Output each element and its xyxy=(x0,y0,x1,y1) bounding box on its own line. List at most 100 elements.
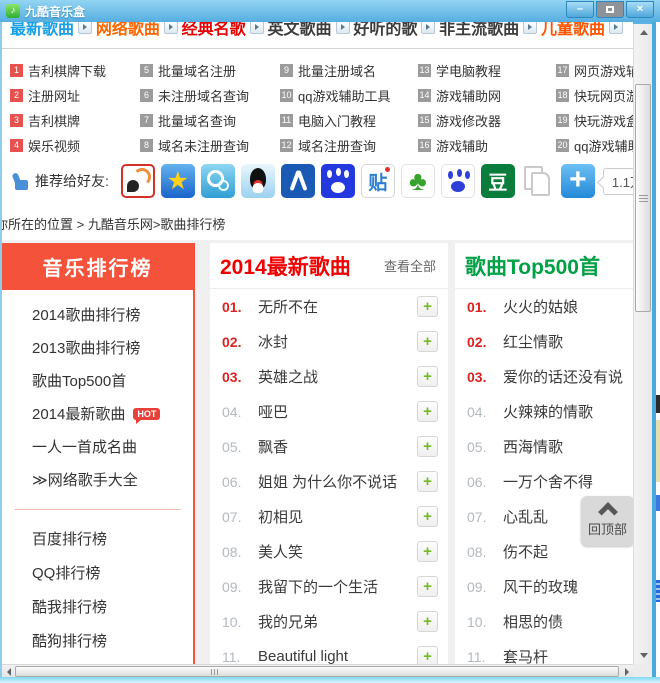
song-title-link[interactable]: 风干的玫瑰 xyxy=(503,576,623,597)
sidebar-item[interactable]: 百度排行榜 xyxy=(32,521,193,555)
quick-link-item[interactable]: 20 qq游戏辅助 xyxy=(556,133,633,155)
add-song-button[interactable]: + xyxy=(417,401,438,422)
category-tab[interactable]: 网络歌曲 xyxy=(96,22,178,39)
minimize-button[interactable]: – xyxy=(566,1,594,18)
baidu-icon[interactable] xyxy=(321,164,355,198)
copy-icon[interactable] xyxy=(521,164,555,198)
background-window-strip xyxy=(656,22,660,677)
qq-icon[interactable] xyxy=(241,164,275,198)
category-tab[interactable]: 最新歌曲 xyxy=(10,22,92,39)
quick-link-item[interactable]: 11 电脑入门教程 xyxy=(280,108,418,133)
song-title-link[interactable]: Beautiful light xyxy=(258,648,417,664)
vertical-scroll-thumb[interactable] xyxy=(635,84,651,312)
sidebar-item[interactable]: 一人一首成名曲 HOT xyxy=(32,430,193,463)
quick-link-item[interactable]: 4 娱乐视频 xyxy=(10,133,140,155)
tab-dropdown-button[interactable] xyxy=(164,22,178,34)
sidebar-item[interactable]: QQ排行榜 xyxy=(32,555,193,589)
back-to-top-button[interactable]: 回顶部 xyxy=(581,496,633,546)
add-song-button[interactable]: + xyxy=(417,506,438,527)
horizontal-scroll-thumb[interactable] xyxy=(15,666,619,677)
tencent-weibo-icon[interactable] xyxy=(201,164,235,198)
song-title-link[interactable]: 我留下的一个生活 xyxy=(258,576,417,597)
sidebar-item[interactable]: ≫网络歌手大全 HOT xyxy=(32,463,193,496)
add-song-button[interactable]: + xyxy=(417,296,438,317)
quick-link-item[interactable]: 1 吉利棋牌下载 xyxy=(10,58,140,83)
quick-link-item[interactable]: 2 注册网址 xyxy=(10,83,140,108)
sidebar-item[interactable]: 酷我排行榜 xyxy=(32,589,193,623)
vertical-scrollbar[interactable] xyxy=(633,24,652,664)
song-title-link[interactable]: 红尘情歌 xyxy=(503,331,623,352)
song-title-link[interactable]: 无所不在 xyxy=(258,296,417,317)
song-title-link[interactable]: 初相见 xyxy=(258,506,417,527)
quick-link-item[interactable]: 8 域名未注册查询 xyxy=(140,133,280,155)
sidebar-item[interactable]: 2013歌曲排行榜 HOT xyxy=(32,331,193,364)
quick-link-item[interactable]: 9 批量注册域名 xyxy=(280,58,418,83)
quick-link-item[interactable]: 6 未注册域名查询 xyxy=(140,83,280,108)
category-tab[interactable]: 经典名歌 xyxy=(182,22,264,39)
song-title-link[interactable]: 英雄之战 xyxy=(258,366,417,387)
horizontal-scrollbar[interactable] xyxy=(2,664,633,677)
song-title-link[interactable]: 套马杆 xyxy=(503,646,623,664)
scroll-down-button[interactable] xyxy=(634,647,653,664)
tab-dropdown-button[interactable] xyxy=(250,22,264,34)
quick-link-item[interactable]: 16 游戏辅助 xyxy=(418,133,556,155)
quick-link-item[interactable]: 10 qq游戏辅助工具 xyxy=(280,83,418,108)
category-tab[interactable]: 英文歌曲 xyxy=(267,22,349,39)
maximize-button[interactable] xyxy=(596,1,624,18)
renren-icon[interactable] xyxy=(281,164,315,198)
quick-link-item[interactable]: 12 域名注册查询 xyxy=(280,133,418,155)
more-share-icon[interactable] xyxy=(561,164,595,198)
song-title-link[interactable]: 一万个舍不得 xyxy=(503,471,623,492)
tab-dropdown-button[interactable] xyxy=(523,22,537,34)
add-song-button[interactable]: + xyxy=(417,471,438,492)
tab-dropdown-button[interactable] xyxy=(336,22,350,34)
sidebar-item[interactable]: 2014歌曲排行榜 HOT xyxy=(32,298,193,331)
quick-link-item[interactable]: 5 批量域名注册 xyxy=(140,58,280,83)
quick-link-item[interactable]: 3 吉利棋牌 xyxy=(10,108,140,133)
add-song-button[interactable]: + xyxy=(417,436,438,457)
quick-link-item[interactable]: 17 网页游戏辅助 xyxy=(556,58,633,83)
close-button[interactable]: × xyxy=(626,1,654,18)
tab-dropdown-button[interactable] xyxy=(609,22,623,34)
quick-link-item[interactable]: 14 游戏辅助网 xyxy=(418,83,556,108)
add-song-button[interactable]: + xyxy=(417,611,438,632)
sidebar-item[interactable]: 歌曲Top500首 HOT xyxy=(32,364,193,397)
quick-link-item[interactable]: 15 游戏修改器 xyxy=(418,108,556,133)
song-title-link[interactable]: 飘香 xyxy=(258,436,417,457)
add-song-button[interactable]: + xyxy=(417,576,438,597)
scroll-up-button[interactable] xyxy=(634,24,653,41)
sina-weibo-icon[interactable] xyxy=(121,164,155,198)
clover-icon[interactable] xyxy=(401,164,435,198)
song-title-link[interactable]: 姐姐 为什么你不说话 xyxy=(258,471,417,492)
quick-link-item[interactable]: 7 批量域名查询 xyxy=(140,108,280,133)
song-title-link[interactable]: 火火的姑娘 xyxy=(503,296,623,317)
song-title-link[interactable]: 冰封 xyxy=(258,331,417,352)
quick-link-item[interactable]: 19 快玩游戏盒 xyxy=(556,108,633,133)
sidebar-item[interactable]: 酷狗排行榜 xyxy=(32,623,193,657)
song-title-link[interactable]: 我的兄弟 xyxy=(258,611,417,632)
quick-link-item[interactable]: 18 快玩网页游戏 xyxy=(556,83,633,108)
category-tab[interactable]: 儿童歌曲 xyxy=(541,22,623,39)
tieba-icon[interactable] xyxy=(361,164,395,198)
song-title-link[interactable]: 火辣辣的情歌 xyxy=(503,401,623,422)
song-title-link[interactable]: 相思的债 xyxy=(503,611,623,632)
quick-link-item[interactable]: 13 学电脑教程 xyxy=(418,58,556,83)
add-song-button[interactable]: + xyxy=(417,646,438,664)
add-song-button[interactable]: + xyxy=(417,541,438,562)
add-song-button[interactable]: + xyxy=(417,366,438,387)
song-title-link[interactable]: 爱你的话还没有说出口 xyxy=(503,366,623,387)
sidebar-item[interactable]: 2014最新歌曲 HOT xyxy=(32,397,193,430)
song-title-link[interactable]: 西海情歌 xyxy=(503,436,623,457)
song-title-link[interactable]: 哑巴 xyxy=(258,401,417,422)
baidu-space-icon[interactable] xyxy=(441,164,475,198)
douban-icon[interactable] xyxy=(481,164,515,198)
qzone-icon[interactable] xyxy=(161,164,195,198)
song-title-link[interactable]: 美人笑 xyxy=(258,541,417,562)
category-tab[interactable]: 非主流歌曲 xyxy=(439,22,537,39)
tab-dropdown-button[interactable] xyxy=(421,22,435,34)
add-song-button[interactable]: + xyxy=(417,331,438,352)
view-all-link[interactable]: 查看全部 xyxy=(384,256,436,275)
category-tab[interactable]: 好听的歌 xyxy=(353,22,435,39)
tab-dropdown-button[interactable] xyxy=(78,22,92,34)
breadcrumb-text[interactable]: 你所在的位置 > 九酷音乐网>歌曲排行榜 xyxy=(2,214,225,233)
